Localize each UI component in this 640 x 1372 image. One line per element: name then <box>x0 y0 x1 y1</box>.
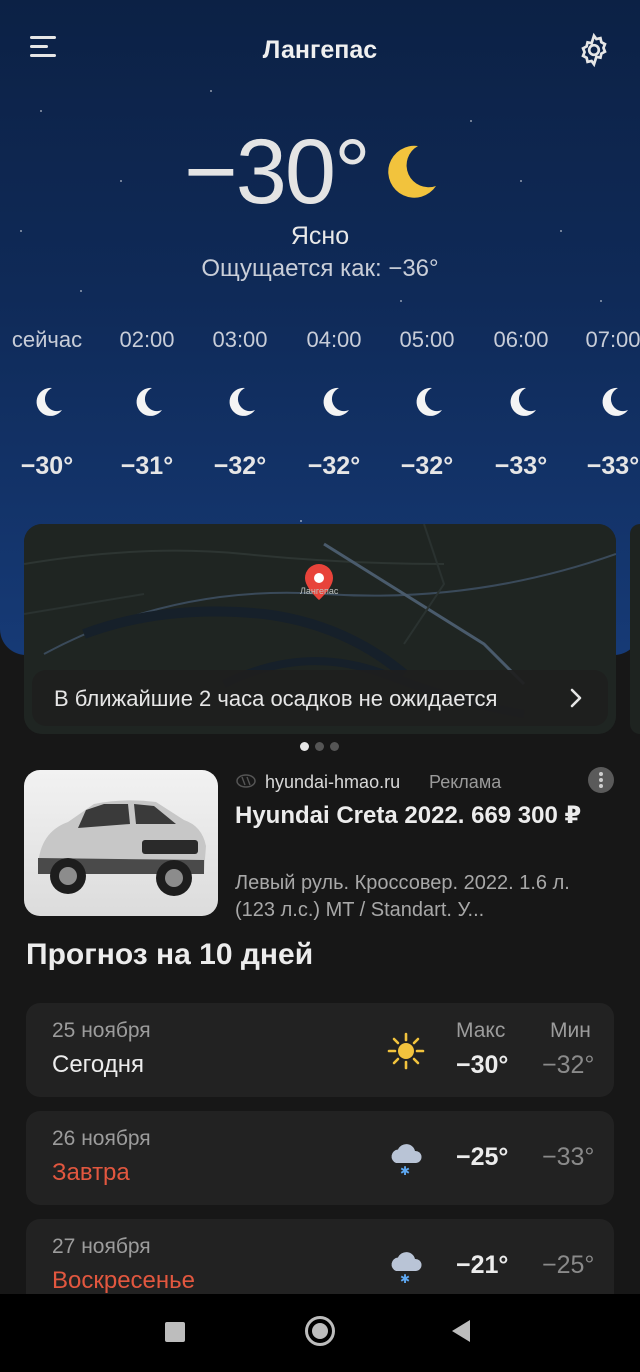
star <box>300 520 302 522</box>
carousel-dot-active <box>300 742 309 751</box>
back-button[interactable] <box>452 1320 470 1342</box>
max-temp: −25° <box>456 1143 509 1171</box>
min-temp: −32° <box>542 1051 595 1079</box>
hour-temp: −32° <box>400 452 454 480</box>
hour-temp: −32° <box>213 452 267 480</box>
carousel-dot <box>315 742 324 751</box>
current-condition: Ясно <box>290 222 350 250</box>
map-place-label: Лангепас <box>300 586 339 596</box>
system-nav-bar <box>0 1294 640 1372</box>
hour-item[interactable]: 05:00 −32° <box>380 320 474 481</box>
hour-time: 04:00 <box>306 327 362 352</box>
sun-icon <box>387 1032 425 1070</box>
precipitation-text: В ближайшие 2 часа осадков не ожидается <box>54 686 498 711</box>
moon-icon <box>388 145 436 198</box>
star <box>470 120 472 122</box>
max-temp: −21° <box>456 1251 509 1279</box>
next-card-peek[interactable] <box>630 524 640 734</box>
hour-temp: −30° <box>20 452 74 480</box>
precipitation-map[interactable]: Лангепас В ближайшие 2 часа осадков не о… <box>24 524 616 734</box>
hour-time: 03:00 <box>212 327 268 352</box>
day-name: Сегодня <box>52 1051 144 1078</box>
min-label: Мин <box>550 1019 591 1042</box>
hour-temp: −33° <box>494 452 548 480</box>
hour-time: 05:00 <box>399 327 455 352</box>
moon-icon <box>416 387 442 416</box>
hour-temp: −31° <box>120 452 174 480</box>
hour-time: сейчас <box>11 327 83 352</box>
min-temp: −25° <box>542 1251 595 1279</box>
top-bar: Лангепас <box>0 0 640 100</box>
max-label: Макс <box>456 1019 506 1042</box>
cloud-snow-icon: ✱ <box>391 1252 422 1286</box>
location-pin-icon <box>305 564 333 600</box>
star <box>80 290 82 292</box>
moon-icon <box>229 387 255 416</box>
day-name: Завтра <box>52 1159 130 1186</box>
hour-item[interactable]: сейчас −30° <box>0 320 94 481</box>
moon-icon <box>323 387 349 416</box>
star <box>120 180 122 182</box>
precipitation-summary[interactable]: В ближайшие 2 часа осадков не ожидается <box>32 670 608 726</box>
hour-item[interactable]: 04:00 −32° <box>287 320 381 481</box>
ad-label: Реклама <box>429 772 502 792</box>
hour-item[interactable]: 06:00 −33° <box>474 320 568 481</box>
home-button[interactable] <box>305 1316 335 1346</box>
hour-time: 06:00 <box>493 327 549 352</box>
cloud-snow-icon: ✱ <box>391 1144 422 1178</box>
star <box>520 180 522 182</box>
forecast-title: Прогноз на 10 дней <box>26 938 314 971</box>
hour-time: 07:00 <box>585 327 640 352</box>
ad-block[interactable]: hyundai-hmao.ru Реклама Hyundai Creta 20… <box>24 767 620 921</box>
moon-icon <box>136 387 162 416</box>
day-date: 26 ноября <box>52 1127 151 1150</box>
min-temp: −33° <box>542 1143 595 1171</box>
hour-item[interactable]: 03:00 −32° <box>193 320 287 481</box>
current-temperature: −30° <box>184 121 371 223</box>
day-name: Воскресенье <box>52 1267 196 1294</box>
ad-description: Левый руль. Кроссовер. 2022. 1.6 л. (123… <box>235 872 570 921</box>
moon-icon <box>36 387 62 416</box>
ad-car-image[interactable] <box>24 770 218 916</box>
more-options-icon[interactable] <box>588 767 614 793</box>
star <box>400 300 402 302</box>
car-illustration <box>38 800 206 896</box>
star <box>600 300 602 302</box>
hour-temp: −33° <box>586 452 640 480</box>
hourly-forecast[interactable]: сейчас −30° 02:00 −31° 03:00 −32° 04:00 … <box>0 320 640 500</box>
max-temp: −30° <box>456 1051 509 1079</box>
day-date: 27 ноября <box>52 1235 151 1258</box>
ad-title[interactable]: Hyundai Creta 2022. 669 300 ₽ <box>235 800 607 832</box>
feels-like: Ощущается как: −36° <box>201 255 439 282</box>
carousel-dots <box>296 742 344 752</box>
hour-time: 02:00 <box>119 327 175 352</box>
hour-item[interactable]: 07:00 −33° <box>566 320 640 481</box>
chevron-right-icon <box>570 688 582 708</box>
hour-temp: −32° <box>307 452 361 480</box>
gear-icon[interactable] <box>576 32 612 68</box>
hour-item[interactable]: 02:00 −31° <box>100 320 194 481</box>
svg-text:✱: ✱ <box>400 1272 410 1286</box>
forecast-day-row[interactable]: 25 ноября Сегодня Макс Мин −30° −32° <box>26 1003 614 1097</box>
recents-button[interactable] <box>165 1322 185 1342</box>
moon-icon <box>510 387 536 416</box>
moon-icon <box>602 387 628 416</box>
day-date: 25 ноября <box>52 1019 151 1042</box>
carousel-dot <box>330 742 339 751</box>
city-title[interactable]: Лангепас <box>0 36 640 65</box>
hyundai-logo-icon <box>236 774 256 788</box>
ad-domain[interactable]: hyundai-hmao.ru <box>265 772 400 793</box>
forecast-day-row[interactable]: 26 ноября Завтра ✱ −25° −33° <box>26 1111 614 1205</box>
svg-text:✱: ✱ <box>400 1164 410 1178</box>
star <box>40 110 42 112</box>
